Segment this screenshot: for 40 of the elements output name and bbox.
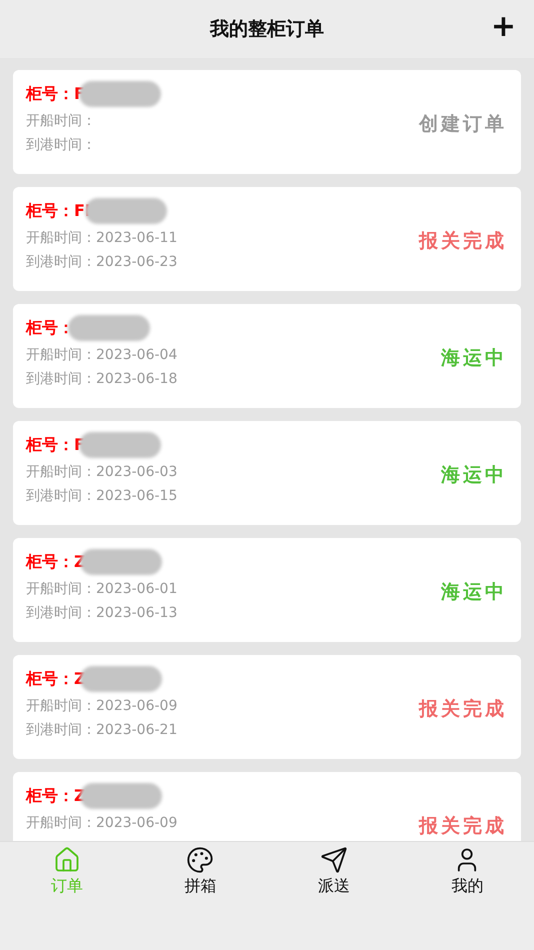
add-button[interactable]: + bbox=[486, 12, 520, 42]
container-number: 柜号：F bbox=[26, 84, 85, 104]
order-status: 创建订单 bbox=[419, 112, 507, 137]
container-number: 柜号：F bbox=[26, 434, 85, 456]
order-status: 报关完成 bbox=[419, 229, 507, 254]
order-card[interactable]: 柜号：Z 开船时间：2023-06-09 到港时间：2023-06-21 报关完成 bbox=[13, 655, 521, 759]
arrival-time: 到港时间：2023-06-21 bbox=[26, 721, 178, 739]
arrival-time: 到港时间：2023-06-15 bbox=[26, 487, 178, 505]
order-card[interactable]: 柜号：F 开船时间： 到港时间： 创建订单 bbox=[13, 70, 521, 174]
order-status: 报关完成 bbox=[419, 814, 507, 839]
order-status: 海运中 bbox=[441, 463, 507, 488]
tab-item[interactable]: 派送 bbox=[318, 842, 350, 897]
order-status: 海运中 bbox=[441, 346, 507, 371]
departure-time: 开船时间：2023-06-11 bbox=[26, 229, 178, 247]
arrival-time: 到港时间： bbox=[26, 136, 97, 154]
tab-item[interactable]: 我的 bbox=[451, 842, 484, 897]
departure-time: 开船时间：2023-06-04 bbox=[26, 346, 178, 364]
departure-time: 开船时间：2023-06-03 bbox=[26, 463, 178, 481]
home-icon bbox=[52, 846, 81, 874]
container-number: 柜号：Z bbox=[26, 668, 86, 690]
container-number: 柜号：Z bbox=[26, 552, 86, 572]
arrival-time: 到港时间：2023-06-13 bbox=[26, 604, 178, 622]
page-title: 我的整柜订单 bbox=[210, 17, 324, 42]
departure-time: 开船时间：2023-06-09 bbox=[26, 814, 178, 832]
order-status: 海运中 bbox=[441, 580, 507, 605]
departure-time: 开船时间：2023-06-01 bbox=[26, 580, 178, 598]
arrival-time: 到港时间：2023-06-18 bbox=[26, 370, 178, 388]
container-number: 柜号： bbox=[26, 318, 74, 338]
order-card[interactable]: 柜号：F 开船时间：2023-06-03 到港时间：2023-06-15 海运中 bbox=[13, 421, 521, 525]
tab-item[interactable]: 拼箱 bbox=[184, 842, 216, 897]
order-card[interactable]: 柜号：Z 开船时间：2023-06-09 报关完成 bbox=[13, 772, 521, 841]
palette-icon bbox=[186, 846, 214, 874]
container-number: 柜号：Z bbox=[26, 786, 86, 806]
send-icon bbox=[320, 846, 348, 874]
departure-time: 开船时间： bbox=[26, 112, 97, 130]
order-card[interactable]: 柜号：Z 开船时间：2023-06-01 到港时间：2023-06-13 海运中 bbox=[13, 538, 521, 642]
arrival-time: 到港时间：2023-06-23 bbox=[26, 253, 178, 271]
order-card[interactable]: 柜号： 开船时间：2023-06-04 到港时间：2023-06-18 海运中 bbox=[13, 304, 521, 408]
order-status: 报关完成 bbox=[419, 697, 507, 722]
departure-time: 开船时间：2023-06-09 bbox=[26, 697, 178, 715]
